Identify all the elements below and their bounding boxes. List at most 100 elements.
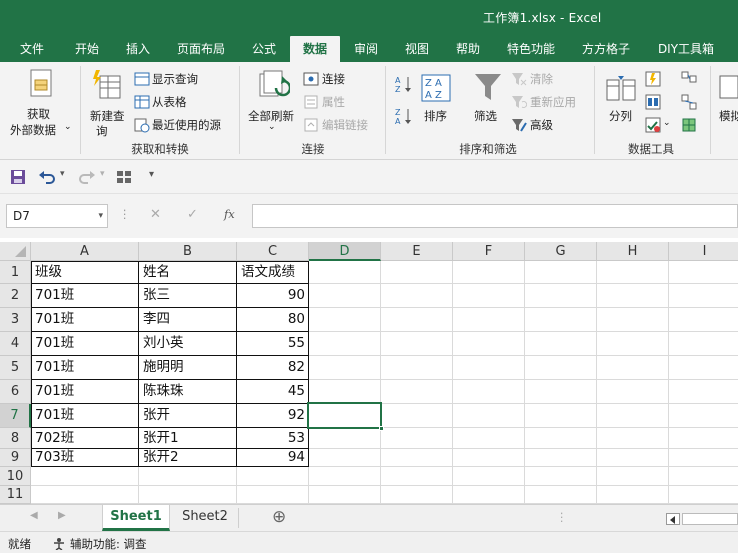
row-header-1[interactable]: 1 bbox=[0, 261, 31, 284]
cell-b4[interactable]: 刘小英 bbox=[140, 332, 236, 355]
flash-fill-button[interactable] bbox=[644, 70, 664, 88]
scroll-left-icon[interactable]: ◀ bbox=[30, 510, 38, 521]
tab-special-features[interactable]: 特色功能 bbox=[498, 36, 564, 62]
cell-a8[interactable]: 702班 bbox=[32, 428, 138, 448]
cell-b6[interactable]: 陈珠珠 bbox=[140, 380, 236, 403]
undo-dropdown-icon[interactable]: ▾ bbox=[60, 169, 65, 179]
advanced-filter-button[interactable]: 高级 bbox=[510, 116, 586, 134]
column-header-a[interactable]: A bbox=[31, 242, 139, 261]
fill-handle[interactable] bbox=[379, 426, 384, 431]
row-header-10[interactable]: 10 bbox=[0, 467, 31, 486]
cell-c8[interactable]: 53 bbox=[238, 428, 308, 448]
row-header-5[interactable]: 5 bbox=[0, 356, 31, 380]
insert-function-icon[interactable]: fx bbox=[224, 207, 235, 221]
column-header-i[interactable]: I bbox=[669, 242, 738, 261]
remove-duplicates-button[interactable] bbox=[644, 93, 664, 111]
column-header-h[interactable]: H bbox=[597, 242, 669, 261]
cell-a2[interactable]: 701班 bbox=[32, 284, 138, 307]
data-validation-button[interactable]: ⌄ bbox=[644, 116, 672, 134]
column-header-g[interactable]: G bbox=[525, 242, 597, 261]
worksheet-grid[interactable]: ABCDEFGHI 1 2 3 4 5 6 7 8 9 10 11 班级 姓名 语文成绩 701班 张三 90… bbox=[0, 238, 738, 504]
select-all-corner[interactable] bbox=[0, 242, 31, 261]
row-header-11[interactable]: 11 bbox=[0, 486, 31, 504]
relationships-button[interactable] bbox=[680, 93, 700, 111]
tab-insert[interactable]: 插入 bbox=[114, 36, 162, 62]
tab-split-grip-icon[interactable]: ⋮ bbox=[556, 510, 568, 524]
add-sheet-icon[interactable]: ⊕ bbox=[272, 507, 286, 527]
properties-button[interactable]: 属性 bbox=[302, 93, 382, 111]
refresh-all-button[interactable]: 全部刷新 ⌄ bbox=[244, 66, 300, 138]
horizontal-scrollbar[interactable] bbox=[682, 513, 738, 525]
row-header-4[interactable]: 4 bbox=[0, 332, 31, 356]
clear-filter-button[interactable]: 清除 bbox=[510, 70, 586, 88]
enter-icon[interactable]: ✓ bbox=[187, 207, 198, 222]
row-header-2[interactable]: 2 bbox=[0, 284, 31, 308]
form-icon[interactable] bbox=[116, 170, 132, 184]
sort-descending-button[interactable]: ZA bbox=[394, 106, 414, 126]
cell-a1[interactable]: 班级 bbox=[32, 261, 138, 283]
cell-b1[interactable]: 姓名 bbox=[140, 261, 236, 283]
row-header-9[interactable]: 9 bbox=[0, 449, 31, 467]
tab-page-layout[interactable]: 页面布局 bbox=[170, 36, 232, 62]
new-query-button[interactable]: 新建查 询 bbox=[84, 66, 130, 138]
scroll-right-icon[interactable]: ▶ bbox=[58, 510, 66, 521]
undo-icon[interactable] bbox=[38, 169, 56, 185]
row-header-6[interactable]: 6 bbox=[0, 380, 31, 404]
filter-button[interactable]: 筛选 bbox=[468, 66, 508, 138]
tab-data[interactable]: 数据 bbox=[290, 36, 340, 62]
consolidate-button[interactable] bbox=[680, 70, 700, 88]
cell-b3[interactable]: 李四 bbox=[140, 308, 236, 331]
cell-c2[interactable]: 90 bbox=[238, 284, 308, 307]
cell-a3[interactable]: 701班 bbox=[32, 308, 138, 331]
column-header-c[interactable]: C bbox=[237, 242, 309, 261]
cell-c7[interactable]: 92 bbox=[238, 404, 308, 427]
cell-b9[interactable]: 张开2 bbox=[140, 449, 236, 466]
cell-c1[interactable]: 语文成绩 bbox=[238, 261, 308, 283]
row-header-3[interactable]: 3 bbox=[0, 308, 31, 332]
row-header-7[interactable]: 7 bbox=[0, 404, 31, 428]
customize-qat-icon[interactable]: ▾ bbox=[149, 169, 154, 180]
cell-b2[interactable]: 张三 bbox=[140, 284, 236, 307]
connections-button[interactable]: 连接 bbox=[302, 70, 382, 88]
row-header-8[interactable]: 8 bbox=[0, 428, 31, 449]
from-table-button[interactable]: 从表格 bbox=[132, 93, 236, 111]
cell-c3[interactable]: 80 bbox=[238, 308, 308, 331]
column-header-b[interactable]: B bbox=[139, 242, 237, 261]
tab-diy-toolbox[interactable]: DIY工具箱 bbox=[650, 36, 722, 62]
tab-home[interactable]: 开始 bbox=[62, 36, 112, 62]
cell-a7[interactable]: 701班 bbox=[32, 404, 138, 427]
column-header-d[interactable]: D bbox=[309, 242, 381, 261]
text-to-columns-button[interactable]: 分列 bbox=[600, 66, 642, 138]
save-icon[interactable] bbox=[10, 169, 26, 185]
status-accessibility[interactable]: 辅助功能: 调查 bbox=[70, 536, 147, 552]
formula-input[interactable] bbox=[252, 204, 738, 228]
cell-a6[interactable]: 701班 bbox=[32, 380, 138, 403]
tab-formulas[interactable]: 公式 bbox=[240, 36, 288, 62]
get-external-data-button[interactable]: 获取 外部数据 ⌄ bbox=[4, 66, 76, 138]
cell-c5[interactable]: 82 bbox=[238, 356, 308, 379]
redo-icon[interactable] bbox=[78, 169, 96, 185]
sort-ascending-button[interactable]: AZ bbox=[394, 74, 414, 94]
name-box[interactable]: D7 ▾ bbox=[6, 204, 108, 228]
scroll-left-button[interactable] bbox=[666, 513, 680, 525]
recent-sources-button[interactable]: 最近使用的源 bbox=[132, 116, 236, 134]
tab-review[interactable]: 审阅 bbox=[343, 36, 389, 62]
cell-b5[interactable]: 施明明 bbox=[140, 356, 236, 379]
what-if-analysis-button[interactable]: 模拟 bbox=[716, 66, 738, 138]
cell-a4[interactable]: 701班 bbox=[32, 332, 138, 355]
tab-help[interactable]: 帮助 bbox=[445, 36, 491, 62]
cell-c9[interactable]: 94 bbox=[238, 449, 308, 466]
show-queries-button[interactable]: 显示查询 bbox=[132, 70, 236, 88]
sort-button[interactable]: Z A A Z 排序 bbox=[418, 66, 454, 138]
tab-fangfanggezi[interactable]: 方方格子 bbox=[574, 36, 638, 62]
cell-a5[interactable]: 701班 bbox=[32, 356, 138, 379]
manage-data-model-button[interactable] bbox=[680, 116, 700, 134]
column-header-e[interactable]: E bbox=[381, 242, 453, 261]
cell-b8[interactable]: 张开1 bbox=[140, 428, 236, 448]
cancel-icon[interactable]: ✕ bbox=[150, 207, 161, 222]
cell-c4[interactable]: 55 bbox=[238, 332, 308, 355]
sheet-tab-sheet1[interactable]: Sheet1 bbox=[102, 505, 170, 531]
reapply-button[interactable]: 重新应用 bbox=[510, 93, 590, 111]
sheet-tab-sheet2[interactable]: Sheet2 bbox=[172, 505, 238, 531]
column-header-f[interactable]: F bbox=[453, 242, 525, 261]
